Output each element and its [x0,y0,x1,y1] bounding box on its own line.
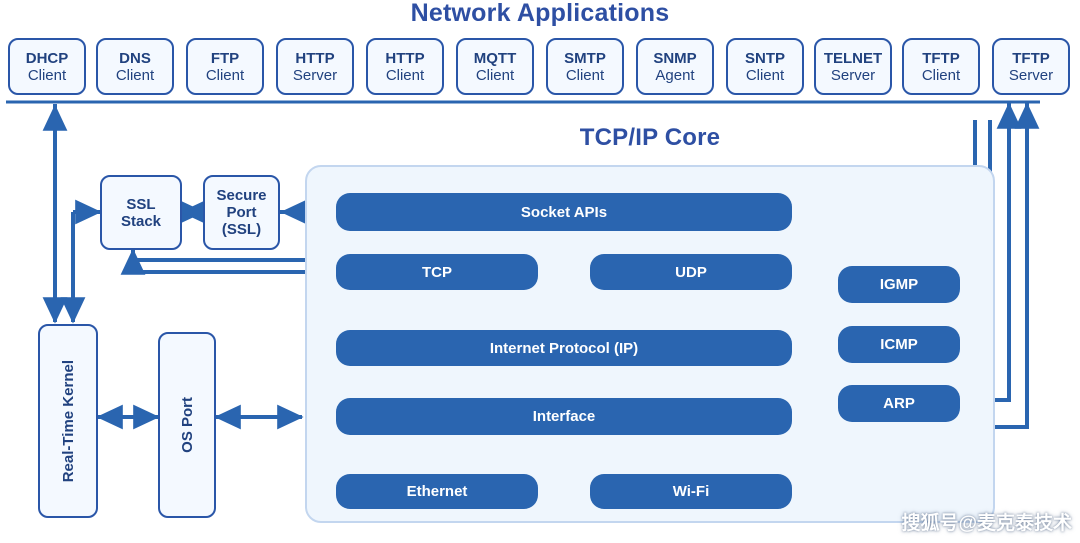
app-label-line2: Client [205,66,245,84]
app-label-line1: DHCP [25,49,69,67]
secure-port-label-line2: Port [226,204,257,221]
ip-label: Internet Protocol (IP) [489,339,639,357]
real-time-kernel-box[interactable]: Real-Time Kernel [38,324,98,518]
ethernet-block[interactable]: Ethernet [336,474,538,509]
tcp-block[interactable]: TCP [336,254,538,290]
app-label-line2: Server [1008,66,1054,84]
app-box-telnet-server[interactable]: TELNET Server [814,38,892,95]
app-label-line2: Client [27,66,67,84]
app-label-line2: Client [115,66,155,84]
section-title-tcpip-core: TCP/IP Core [579,124,721,151]
app-box-tftp-client[interactable]: TFTP Client [902,38,980,95]
secure-port-label-line1: Secure [216,187,267,204]
app-box-sntp-client[interactable]: SNTP Client [726,38,804,95]
secure-port-label-line3: (SSL) [221,221,262,238]
app-label-line1: FTP [210,49,240,67]
app-label-line2: Client [921,66,961,84]
app-label-line1: DNS [119,49,151,67]
app-box-ftp-client[interactable]: FTP Client [186,38,264,95]
app-label-line2: Client [475,66,515,84]
app-label-line2: Server [292,66,338,84]
watermark-text: 搜狐号@麦克泰技术 [901,513,1072,534]
app-label-line2: Client [745,66,785,84]
app-label-line1: TFTP [1012,49,1050,67]
app-box-snmp-agent[interactable]: SNMP Agent [636,38,714,95]
app-box-smtp-client[interactable]: SMTP Client [546,38,624,95]
app-box-http-client[interactable]: HTTP Client [366,38,444,95]
real-time-kernel-label: Real-Time Kernel [59,359,77,483]
app-label-line1: SMTP [564,49,606,67]
os-port-label: OS Port [178,397,196,453]
app-label-line2: Agent [655,66,695,84]
app-label-line2: Client [385,66,425,84]
app-box-http-server[interactable]: HTTP Server [276,38,354,95]
app-box-mqtt-client[interactable]: MQTT Client [456,38,534,95]
ssl-stack-label-line1: SSL [126,195,156,213]
app-label-line2: Server [830,66,876,84]
wifi-label: Wi-Fi [672,483,710,500]
interface-block[interactable]: Interface [336,398,792,435]
icmp-label: ICMP [880,336,918,353]
icmp-block[interactable]: ICMP [838,326,960,363]
igmp-block[interactable]: IGMP [838,266,960,303]
tcp-label: TCP [422,263,452,281]
app-box-dns-client[interactable]: DNS Client [96,38,174,95]
app-label-line1: TFTP [922,49,960,67]
arp-label: ARP [883,395,915,412]
udp-label: UDP [675,263,707,281]
app-label-line1: HTTP [295,49,335,67]
app-label-line1: SNMP [653,49,697,67]
secure-port-box[interactable]: Secure Port (SSL) [203,175,280,250]
ip-block[interactable]: Internet Protocol (IP) [336,330,792,366]
app-box-dhcp-client[interactable]: DHCP Client [8,38,86,95]
socket-apis-label: Socket APIs [520,203,608,221]
os-port-box[interactable]: OS Port [158,332,216,518]
diagram-canvas: Network Applications DHCP Client DNS Cli… [0,0,1080,543]
app-label-line2: Client [565,66,605,84]
app-label-line1: MQTT [473,49,517,67]
igmp-label: IGMP [879,276,919,293]
app-label-line1: SNTP [744,49,785,67]
app-label-line1: TELNET [823,49,883,67]
app-box-tftp-server[interactable]: TFTP Server [992,38,1070,95]
app-label-line1: HTTP [385,49,425,67]
socket-apis-block[interactable]: Socket APIs [336,193,792,231]
wifi-block[interactable]: Wi-Fi [590,474,792,509]
interface-label: Interface [532,408,596,425]
ssl-stack-box[interactable]: SSL Stack [100,175,182,250]
ethernet-label: Ethernet [406,483,468,500]
udp-block[interactable]: UDP [590,254,792,290]
ssl-stack-label-line2: Stack [120,212,162,230]
page-title-network-applications: Network Applications [410,0,670,27]
arp-block[interactable]: ARP [838,385,960,422]
